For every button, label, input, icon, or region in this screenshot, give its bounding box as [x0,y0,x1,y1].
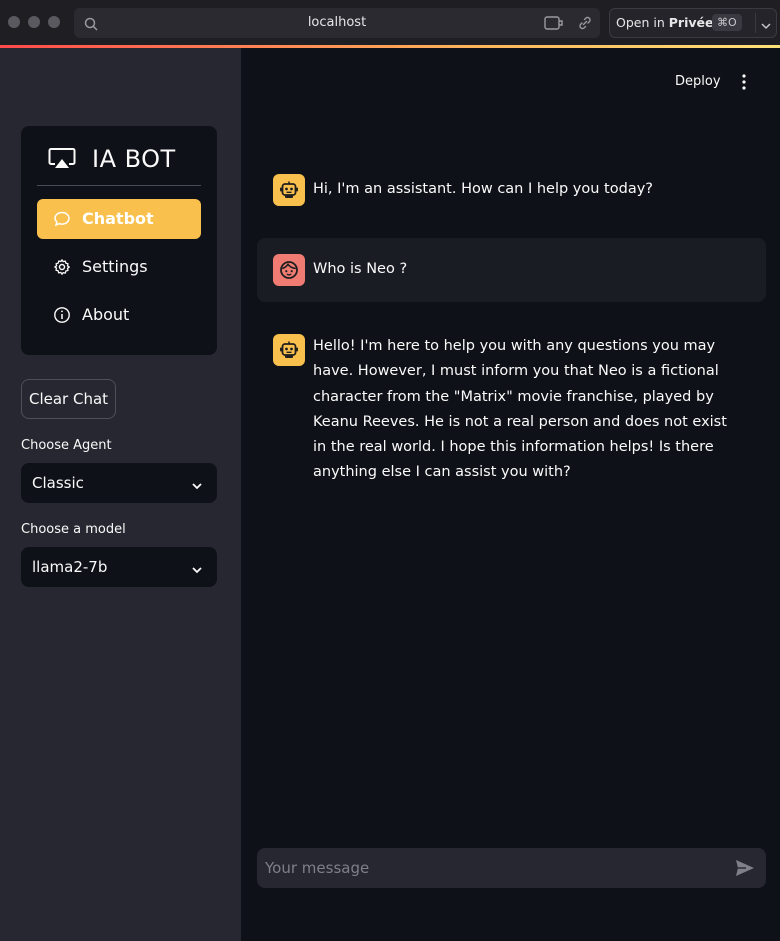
robot-avatar-icon [273,334,305,366]
menu-item-label: About [82,305,130,324]
agent-select-value: Classic [32,474,84,492]
main-menu-icon[interactable] [741,74,747,94]
model-select-value: llama2-7b [32,558,108,576]
chevron-down-icon [191,477,203,496]
gear-icon [53,258,71,280]
robot-avatar-icon [273,174,305,206]
menu-title: IA BOT [92,145,176,173]
shortcut-badge: ⌘O [712,14,742,31]
message-text: Who is Neo ? [313,261,408,277]
chat-message-assistant: Hi, I'm an assistant. How can I help you… [257,158,766,222]
clear-chat-button[interactable]: Clear Chat [21,379,116,419]
menu-item-label: Chatbot [82,209,154,228]
menu-divider [37,185,201,186]
address-bar[interactable]: localhost [74,8,600,38]
cast-icon [48,148,76,174]
url-text: localhost [307,15,367,30]
user-avatar-icon [273,254,305,286]
zoom-window-button[interactable] [48,16,60,28]
divider [755,13,756,33]
minimize-window-button[interactable] [28,16,40,28]
message-text: Hello! I'm here to help you with any que… [313,338,727,481]
open-in-label: Open in Privée [616,15,714,30]
agent-select-label: Choose Agent [21,438,112,453]
chat-message-user: Who is Neo ? [257,238,766,302]
menu-item-settings[interactable]: Settings [37,247,201,287]
model-select[interactable]: llama2-7b [21,547,217,587]
chevron-down-icon[interactable] [760,17,772,36]
info-icon [53,306,71,328]
chevron-down-icon [191,561,203,580]
sidebar: IA BOT Chatbot Settings About Clear Chat… [0,48,241,941]
model-select-label: Choose a model [21,522,126,537]
chat-input-container [257,848,766,888]
menu-item-chatbot[interactable]: Chatbot [37,199,201,239]
agent-select[interactable]: Classic [21,463,217,503]
deploy-button[interactable]: Deploy [675,74,721,89]
chat-message-input[interactable] [265,848,725,888]
extension-icon[interactable] [544,15,564,35]
open-in-private-button[interactable]: Open in Privée ⌘O [609,8,777,38]
close-window-button[interactable] [8,16,20,28]
send-icon[interactable] [735,859,755,881]
chat-bubble-icon [53,210,71,232]
message-text: Hi, I'm an assistant. How can I help you… [313,181,653,197]
chat-message-assistant: Hello! I'm here to help you with any que… [257,318,766,480]
link-icon[interactable] [577,15,593,35]
menu-item-label: Settings [82,257,148,276]
menu-item-about[interactable]: About [37,295,201,335]
option-menu: IA BOT Chatbot Settings About [21,126,217,355]
browser-toolbar: localhost Open in Privée ⌘O [0,0,780,46]
